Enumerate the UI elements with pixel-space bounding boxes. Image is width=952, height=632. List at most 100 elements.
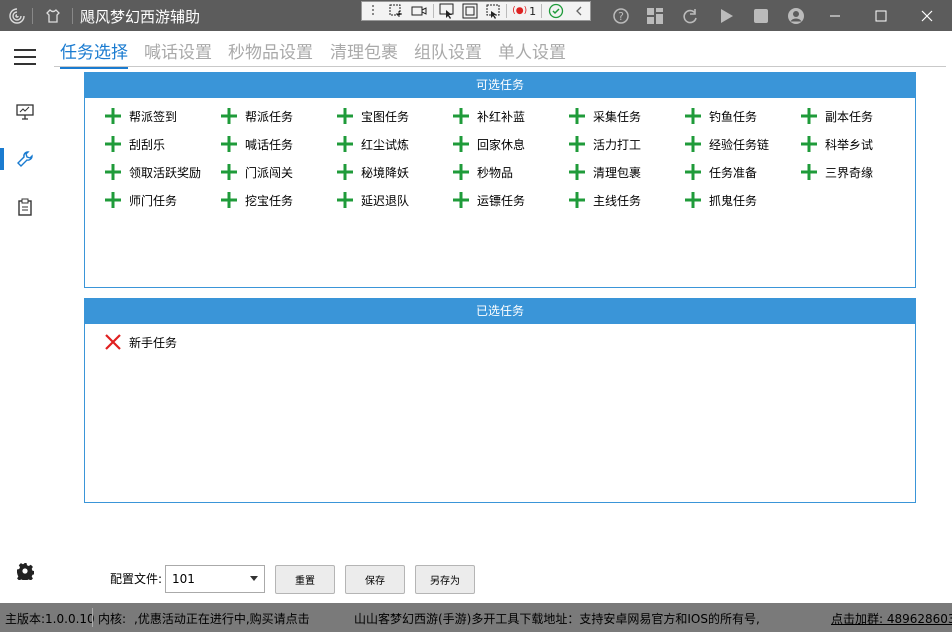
fullscreen-icon[interactable] [458, 2, 481, 20]
task-label: 科举乡试 [825, 137, 874, 152]
available-task-item[interactable]: 门派闯关 [219, 162, 293, 182]
available-task-item[interactable]: 刮刮乐 [103, 134, 165, 154]
tab-clean-bag[interactable]: 清理包裹 [330, 38, 398, 63]
drag-handle-icon[interactable] [362, 2, 385, 20]
toolbar-separator [506, 4, 507, 18]
join-group-link[interactable]: 点击加群: 489628603 [831, 610, 952, 627]
remove-icon[interactable] [103, 332, 123, 352]
layout-icon[interactable] [645, 6, 665, 26]
close-button[interactable] [904, 0, 950, 31]
add-icon[interactable] [567, 190, 587, 210]
add-icon[interactable] [451, 190, 471, 210]
add-icon[interactable] [451, 134, 471, 154]
check-icon[interactable] [544, 2, 567, 20]
task-label: 延迟退队 [361, 193, 410, 208]
play-icon[interactable] [716, 6, 736, 26]
add-icon[interactable] [451, 162, 471, 182]
add-tool-icon[interactable] [385, 2, 408, 20]
wrench-icon[interactable] [14, 148, 36, 170]
config-file-label: 配置文件: [110, 572, 163, 586]
add-icon[interactable] [335, 190, 355, 210]
tab-team-settings[interactable]: 组队设置 [414, 38, 482, 63]
task-label: 主线任务 [593, 193, 642, 208]
record-count: 1 [529, 4, 537, 18]
add-icon[interactable] [683, 134, 703, 154]
user-icon[interactable] [786, 6, 806, 26]
refresh-icon[interactable] [680, 6, 700, 26]
tab-solo-settings[interactable]: 单人设置 [498, 38, 566, 63]
help-icon[interactable]: ? [611, 6, 631, 26]
swirl-icon[interactable] [7, 6, 27, 26]
tab-task-select[interactable]: 任务选择 [60, 38, 128, 69]
reset-button[interactable]: 重置 [275, 565, 335, 594]
add-icon[interactable] [567, 162, 587, 182]
add-icon[interactable] [219, 190, 239, 210]
available-task-item[interactable]: 回家休息 [451, 134, 525, 154]
add-icon[interactable] [567, 134, 587, 154]
stop-icon[interactable] [751, 6, 771, 26]
shirt-icon[interactable] [43, 6, 63, 26]
gear-icon[interactable] [14, 560, 36, 582]
config-file-select[interactable]: 101 [165, 565, 265, 593]
available-task-item[interactable]: 帮派签到 [103, 106, 177, 126]
available-task-item[interactable]: 延迟退队 [335, 190, 409, 210]
available-task-item[interactable]: 任务准备 [683, 162, 757, 182]
video-icon[interactable] [408, 2, 431, 20]
record-counter[interactable]: (●) 1 [509, 2, 539, 20]
add-icon[interactable] [219, 106, 239, 126]
add-icon[interactable] [103, 134, 123, 154]
available-task-item[interactable]: 宝图任务 [335, 106, 409, 126]
promo-link[interactable]: ,优惠活动正在进行中,购买请点击 [134, 610, 310, 627]
available-task-item[interactable]: 喊话任务 [219, 134, 293, 154]
available-task-item[interactable]: 三界奇缘 [799, 162, 873, 182]
add-icon[interactable] [799, 134, 819, 154]
available-task-item[interactable]: 运镖任务 [451, 190, 525, 210]
available-task-item[interactable]: 副本任务 [799, 106, 873, 126]
add-icon[interactable] [799, 106, 819, 126]
add-icon[interactable] [451, 106, 471, 126]
available-task-item[interactable]: 钓鱼任务 [683, 106, 757, 126]
region-select-icon[interactable] [481, 2, 504, 20]
add-icon[interactable] [335, 106, 355, 126]
add-icon[interactable] [683, 106, 703, 126]
minimize-button[interactable] [812, 0, 858, 31]
available-task-item[interactable]: 经验任务链 [683, 134, 769, 154]
available-task-item[interactable]: 领取活跃奖励 [103, 162, 201, 182]
maximize-button[interactable] [858, 0, 904, 31]
available-task-item[interactable]: 补红补蓝 [451, 106, 525, 126]
available-task-item[interactable]: 清理包裹 [567, 162, 641, 182]
clipboard-icon[interactable] [14, 196, 36, 218]
available-task-item[interactable]: 科举乡试 [799, 134, 873, 154]
add-icon[interactable] [219, 162, 239, 182]
available-task-item[interactable]: 秘境降妖 [335, 162, 409, 182]
selected-task-item[interactable]: 新手任务 [103, 332, 177, 352]
available-task-item[interactable]: 采集任务 [567, 106, 641, 126]
add-icon[interactable] [683, 190, 703, 210]
add-icon[interactable] [799, 162, 819, 182]
available-task-item[interactable]: 活力打工 [567, 134, 641, 154]
add-icon[interactable] [103, 190, 123, 210]
version-text: 主版本:1.0.0.10 [5, 612, 95, 626]
available-task-item[interactable]: 师门任务 [103, 190, 177, 210]
add-icon[interactable] [219, 134, 239, 154]
collapse-icon[interactable] [567, 2, 590, 20]
add-icon[interactable] [567, 106, 587, 126]
available-task-item[interactable]: 秒物品 [451, 162, 513, 182]
add-icon[interactable] [335, 162, 355, 182]
available-task-item[interactable]: 红尘试炼 [335, 134, 409, 154]
save-button[interactable]: 保存 [345, 565, 405, 594]
available-task-item[interactable]: 挖宝任务 [219, 190, 293, 210]
tab-instant-item-settings[interactable]: 秒物品设置 [228, 38, 313, 63]
tab-shout-settings[interactable]: 喊话设置 [144, 38, 212, 63]
add-icon[interactable] [683, 162, 703, 182]
add-icon[interactable] [335, 134, 355, 154]
select-window-icon[interactable] [435, 2, 458, 20]
save-as-button[interactable]: 另存为 [415, 565, 475, 594]
available-task-item[interactable]: 主线任务 [567, 190, 641, 210]
monitor-icon[interactable] [14, 101, 36, 123]
available-task-item[interactable]: 帮派任务 [219, 106, 293, 126]
add-icon[interactable] [103, 162, 123, 182]
menu-icon[interactable] [14, 49, 36, 65]
add-icon[interactable] [103, 106, 123, 126]
available-task-item[interactable]: 抓鬼任务 [683, 190, 757, 210]
